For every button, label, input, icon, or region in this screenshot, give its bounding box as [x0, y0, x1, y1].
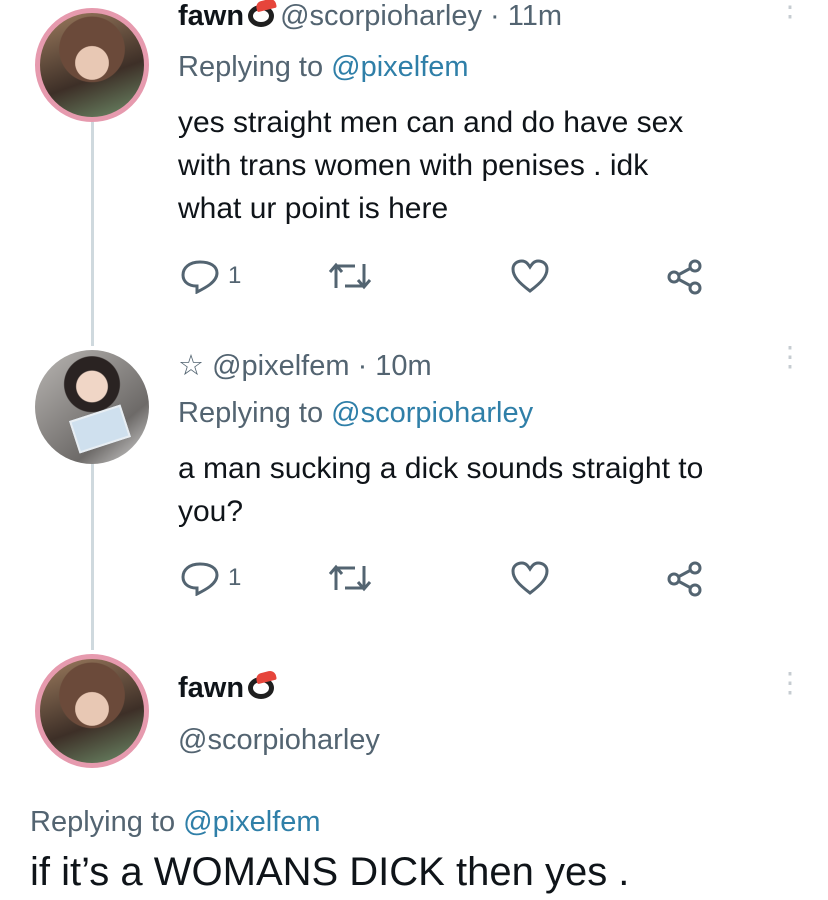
avatar[interactable]: [35, 654, 149, 768]
thread-line: [91, 122, 94, 346]
tweet-text-line: yes straight men can and do have sex: [178, 106, 684, 139]
reply-count: 1: [228, 564, 242, 591]
more-icon[interactable]: ⋮: [776, 343, 804, 371]
retweet-icon: [328, 262, 372, 290]
star-icon: ☆: [178, 350, 204, 382]
tweet-text: if it’s a WOMANS DICK then yes .: [30, 850, 630, 894]
tweet-text: yes straight men can and do have sex wit…: [178, 101, 683, 230]
tweet-header: fawn @scorpioharley · 11m: [178, 0, 562, 33]
reply-icon: [181, 562, 219, 596]
more-icon[interactable]: ⋮: [776, 669, 804, 697]
replying-label: Replying to: [30, 806, 176, 838]
share-button[interactable]: [666, 258, 704, 296]
tweet-text-line: with trans women with penises . idk: [178, 149, 649, 182]
timestamp[interactable]: · 11m: [490, 0, 562, 32]
handle[interactable]: @pixelfem: [212, 350, 349, 382]
handle[interactable]: @scorpioharley: [178, 724, 380, 757]
replying-label: Replying to: [178, 51, 324, 83]
replying-label: Replying to: [178, 397, 324, 429]
replying-to: Replying to @pixelfem: [30, 806, 321, 839]
timestamp[interactable]: · 10m: [358, 350, 432, 382]
replying-handle-link[interactable]: @pixelfem: [331, 51, 468, 83]
avatar[interactable]: [35, 350, 149, 464]
avatar-photo-detail: [69, 404, 131, 454]
reply-button[interactable]: 1: [180, 560, 241, 596]
reply-count: 1: [228, 262, 242, 289]
handle[interactable]: @scorpioharley: [280, 0, 482, 32]
tweet-header: ☆ @pixelfem · 10m: [178, 348, 432, 383]
like-icon: [511, 561, 549, 595]
thread-line: [91, 452, 94, 650]
like-button[interactable]: [510, 258, 550, 294]
share-button[interactable]: [666, 560, 704, 598]
display-name[interactable]: fawn: [178, 672, 244, 704]
retweet-button[interactable]: [327, 560, 373, 596]
tweet-text: a man sucking a dick sounds straight to …: [178, 447, 703, 533]
tweet-text-line: you?: [178, 495, 244, 528]
retweet-button[interactable]: [327, 258, 373, 294]
action-bar: 1: [180, 258, 720, 298]
like-icon: [511, 259, 549, 293]
reply-icon: [181, 260, 219, 294]
tweet-text-line: what ur point is here: [178, 192, 449, 225]
more-icon[interactable]: ⋮: [776, 0, 804, 21]
retweet-icon: [328, 564, 372, 592]
share-icon: [667, 259, 702, 295]
replying-handle-link[interactable]: @scorpioharley: [331, 397, 533, 429]
avatar[interactable]: [35, 8, 149, 122]
sushi-emoji-icon: [248, 5, 275, 27]
sushi-emoji-icon: [248, 677, 275, 699]
reply-button[interactable]: 1: [180, 258, 241, 294]
display-name[interactable]: fawn: [178, 0, 244, 32]
replying-to: Replying to @pixelfem: [178, 51, 469, 84]
share-icon: [667, 561, 702, 597]
replying-handle-link[interactable]: @pixelfem: [183, 806, 320, 838]
tweet-text-line: a man sucking a dick sounds straight to: [178, 452, 704, 485]
like-button[interactable]: [510, 560, 550, 596]
tweet-header: fawn: [178, 672, 280, 705]
replying-to: Replying to @scorpioharley: [178, 397, 533, 430]
action-bar: 1: [180, 560, 720, 600]
